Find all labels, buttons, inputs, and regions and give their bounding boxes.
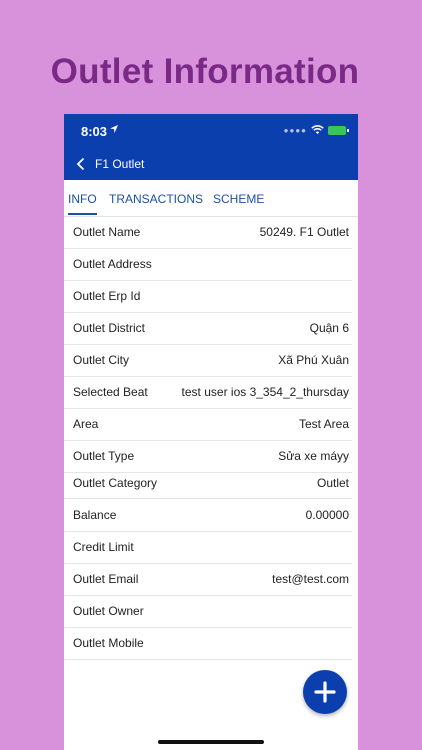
field-label: Outlet City bbox=[73, 353, 130, 367]
field-label: Outlet Category bbox=[73, 476, 158, 490]
field-value: 0.00000 bbox=[305, 508, 349, 522]
home-indicator bbox=[158, 740, 264, 744]
tab-transactions[interactable]: TRANSACTIONS bbox=[109, 192, 203, 206]
plus-icon bbox=[314, 681, 336, 703]
row-balance: Balance 0.00000 bbox=[64, 499, 352, 532]
signal-icon: ●●●● bbox=[283, 125, 307, 135]
field-value: Sửa xe máyy bbox=[278, 449, 349, 463]
nav-title: F1 Outlet bbox=[95, 157, 145, 171]
field-label: Credit Limit bbox=[73, 540, 134, 554]
status-bar: 8:03 ●●●● bbox=[64, 114, 358, 148]
field-label: Area bbox=[73, 417, 99, 431]
row-outlet-type: Outlet Type Sửa xe máyy bbox=[64, 440, 352, 473]
field-value: Outlet bbox=[316, 476, 349, 490]
tab-info[interactable]: INFO bbox=[68, 192, 97, 215]
field-value: Quận 6 bbox=[309, 321, 349, 335]
field-value: test user ios 3_354_2_thursday bbox=[181, 385, 349, 399]
status-time: 8:03 bbox=[81, 124, 108, 139]
field-value: 50249. F1 Outlet bbox=[259, 225, 349, 239]
back-button[interactable] bbox=[76, 154, 86, 174]
location-arrow-icon bbox=[110, 125, 118, 133]
wifi-icon bbox=[311, 125, 324, 134]
field-value: Test Area bbox=[298, 417, 349, 431]
row-credit-limit: Credit Limit bbox=[64, 531, 352, 564]
phone-screen: 8:03 ●●●● F1 Outlet INFO TRANSACTIONS SC… bbox=[64, 114, 358, 750]
row-outlet-address: Outlet Address bbox=[64, 248, 352, 281]
battery-icon bbox=[328, 125, 349, 135]
field-label: Outlet Name bbox=[73, 225, 141, 239]
row-outlet-mobile: Outlet Mobile bbox=[64, 627, 352, 660]
row-outlet-owner: Outlet Owner bbox=[64, 595, 352, 628]
field-label: Selected Beat bbox=[73, 385, 148, 399]
row-area: Area Test Area bbox=[64, 408, 352, 441]
field-label: Outlet Owner bbox=[73, 604, 144, 618]
nav-bar: F1 Outlet bbox=[64, 148, 358, 180]
field-label: Outlet Mobile bbox=[73, 636, 144, 650]
field-label: Outlet Erp Id bbox=[73, 289, 141, 303]
field-label: Balance bbox=[73, 508, 117, 522]
add-button[interactable] bbox=[303, 670, 347, 714]
row-outlet-category: Outlet Category Outlet bbox=[64, 472, 352, 499]
row-outlet-district: Outlet District Quận 6 bbox=[64, 312, 352, 345]
row-outlet-erp-id: Outlet Erp Id bbox=[64, 280, 352, 313]
tab-scheme[interactable]: SCHEME bbox=[213, 192, 264, 206]
tab-bar: INFO TRANSACTIONS SCHEME bbox=[64, 180, 358, 217]
banner-title: Outlet Information bbox=[50, 52, 360, 91]
row-outlet-name: Outlet Name 50249. F1 Outlet bbox=[64, 216, 352, 249]
row-outlet-city: Outlet City Xã Phú Xuân bbox=[64, 344, 352, 377]
field-label: Outlet Address bbox=[73, 257, 152, 271]
field-value: Xã Phú Xuân bbox=[278, 353, 349, 367]
field-value: test@test.com bbox=[272, 572, 349, 586]
row-selected-beat: Selected Beat test user ios 3_354_2_thur… bbox=[64, 376, 352, 409]
field-label: Outlet District bbox=[73, 321, 146, 335]
field-label: Outlet Email bbox=[73, 572, 139, 586]
status-icons: ●●●● bbox=[283, 125, 349, 135]
field-label: Outlet Type bbox=[73, 449, 135, 463]
chevron-left-icon bbox=[76, 157, 85, 171]
row-outlet-email: Outlet Email test@test.com bbox=[64, 563, 352, 596]
